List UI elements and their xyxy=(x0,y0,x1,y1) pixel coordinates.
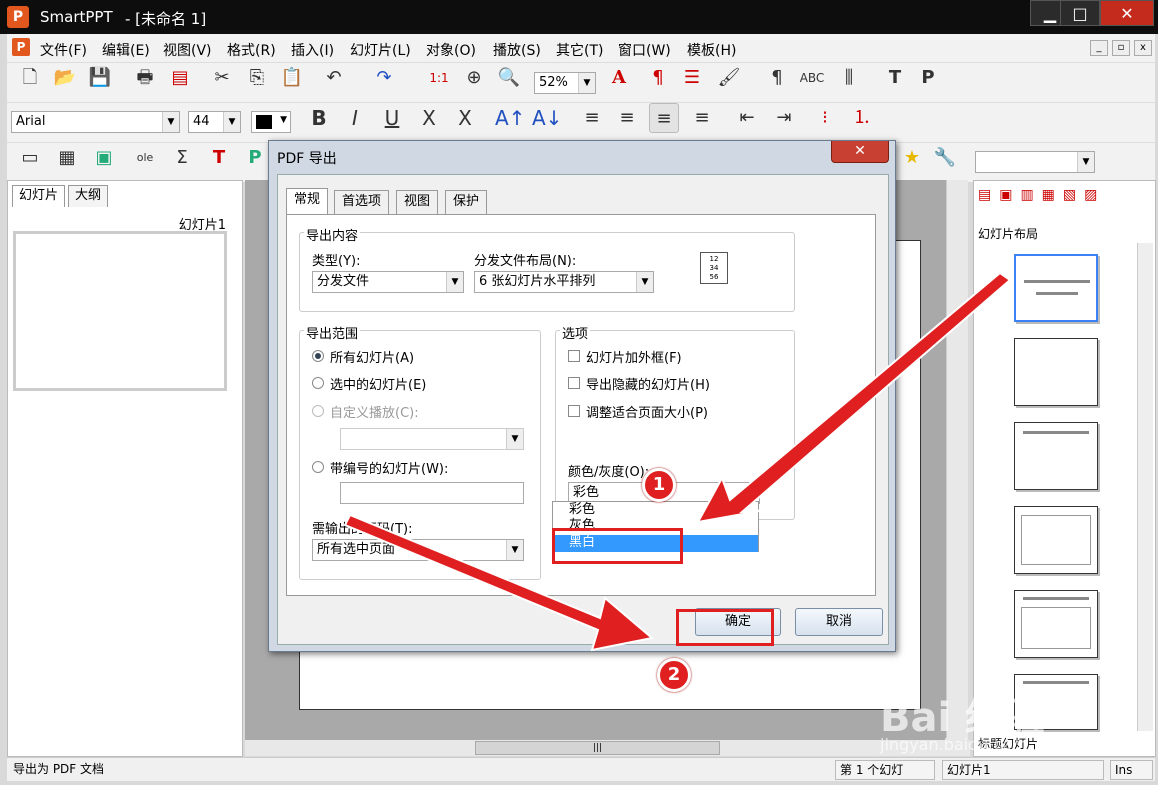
badge-step-2: 2 xyxy=(657,658,691,692)
arrow-to-ok-icon xyxy=(343,513,655,652)
badge-step-1: 1 xyxy=(642,468,676,502)
annotation-arrows xyxy=(343,271,1012,652)
arrow-to-dropdown-icon xyxy=(696,271,1012,524)
watermark-url: jingyan.baidu.com xyxy=(880,735,1028,754)
